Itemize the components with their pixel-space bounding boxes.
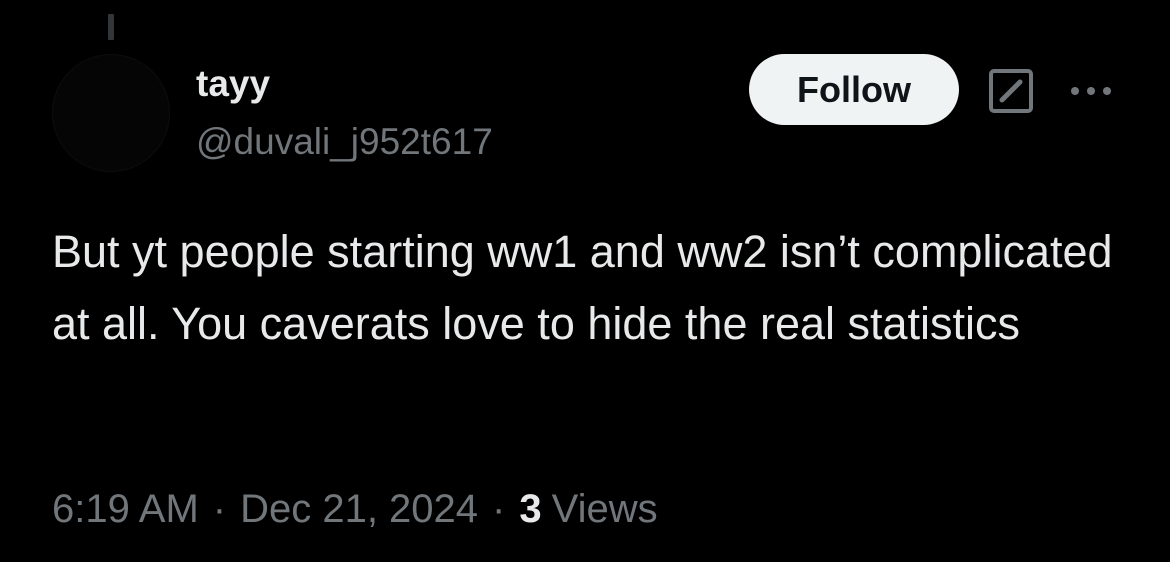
tweet-time[interactable]: 6:19 AM <box>52 484 199 534</box>
avatar[interactable] <box>52 54 170 172</box>
grok-icon[interactable] <box>988 68 1034 114</box>
author-handle[interactable]: @duvali_j952t617 <box>196 120 493 164</box>
separator-dot: · <box>492 487 506 531</box>
follow-button[interactable]: Follow <box>749 54 959 125</box>
view-count: 3 <box>519 487 542 531</box>
author-display-name[interactable]: tayy <box>196 62 270 106</box>
tweet-text: But yt people starting ww1 and ww2 isn’t… <box>52 226 1113 349</box>
thread-connector-line <box>108 14 114 40</box>
tweet-date[interactable]: Dec 21, 2024 <box>240 484 478 534</box>
more-options-icon[interactable] <box>1066 76 1116 106</box>
tweet-metadata: 6:19 AM · Dec 21, 2024 · 3 Views <box>52 484 658 534</box>
views-label: Views <box>551 487 658 531</box>
separator-dot: · <box>212 487 227 531</box>
